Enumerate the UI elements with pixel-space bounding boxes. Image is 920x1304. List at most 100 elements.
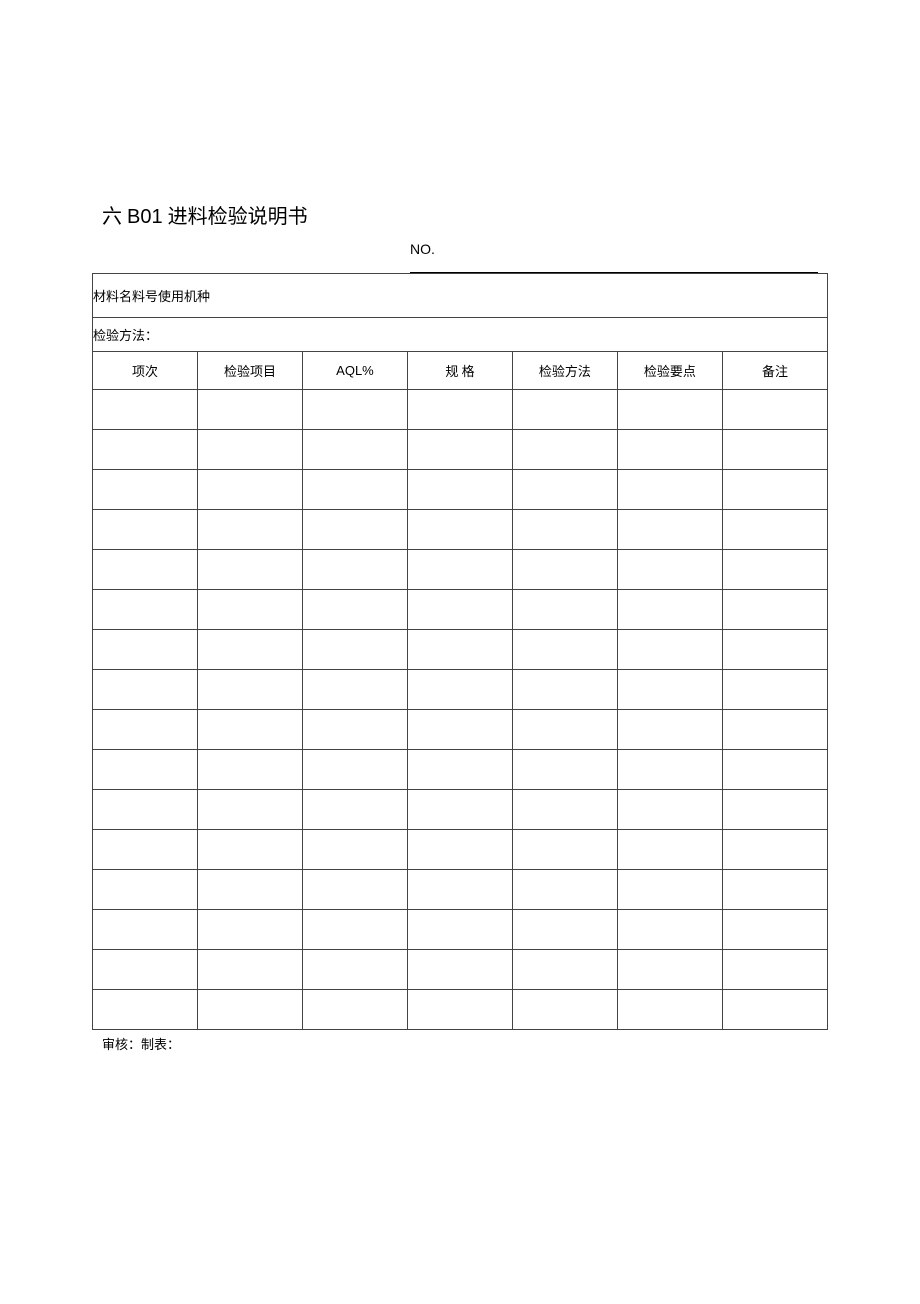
cell [93,590,198,630]
table-row [93,830,828,870]
cell [617,590,722,630]
table-row [93,470,828,510]
cell [722,630,827,670]
cell [617,830,722,870]
cell [722,790,827,830]
document-title: 六 B01 进料检验说明书 [102,200,828,229]
cell [302,590,407,630]
cell [617,510,722,550]
cell [617,950,722,990]
cell [407,990,512,1030]
cell [93,670,198,710]
cell [93,790,198,830]
cell [407,790,512,830]
title-rest: 进料检验说明书 [163,206,308,228]
cell [722,870,827,910]
cell [93,550,198,590]
table-row [93,910,828,950]
cell [197,870,302,910]
cell [197,550,302,590]
material-cell: 材料名料号使用机种 [93,274,828,318]
cell [722,750,827,790]
cell [302,910,407,950]
cell [197,430,302,470]
table-row [93,510,828,550]
cell [197,670,302,710]
cell [407,390,512,430]
cell [407,750,512,790]
cell [512,790,617,830]
cell [512,710,617,750]
cell [722,590,827,630]
cell [197,470,302,510]
no-underline [410,259,818,273]
cell [407,950,512,990]
col-inspect-item: 检验项目 [197,352,302,390]
cell [722,710,827,750]
col-item-no: 项次 [93,352,198,390]
col-spec: 规 格 [407,352,512,390]
cell [197,750,302,790]
number-row: NO. [92,241,828,273]
cell [93,870,198,910]
cell [302,510,407,550]
cell [722,550,827,590]
method-row: 检验方法： [93,318,828,352]
cell [197,510,302,550]
cell [512,550,617,590]
cell [93,950,198,990]
cell [302,430,407,470]
cell [617,630,722,670]
cell [617,790,722,830]
cell [407,470,512,510]
cell [617,670,722,710]
method-cell: 检验方法： [93,318,828,352]
cell [512,750,617,790]
cell [197,990,302,1030]
cell [512,910,617,950]
cell [197,390,302,430]
table-row [93,390,828,430]
table-row [93,590,828,630]
cell [512,830,617,870]
cell [512,990,617,1030]
cell [407,870,512,910]
cell [197,950,302,990]
cell [302,790,407,830]
table-row [93,550,828,590]
cell [302,670,407,710]
cell [302,950,407,990]
table-row [93,430,828,470]
table-row [93,710,828,750]
col-inspect-method: 检验方法 [512,352,617,390]
cell [722,910,827,950]
cell [407,510,512,550]
cell [197,830,302,870]
cell [302,750,407,790]
cell [512,470,617,510]
cell [617,550,722,590]
table-row [93,750,828,790]
cell [512,950,617,990]
cell [617,390,722,430]
cell [407,430,512,470]
cell [407,910,512,950]
cell [722,430,827,470]
cell [617,710,722,750]
cell [512,390,617,430]
table-row [93,990,828,1030]
cell [197,590,302,630]
cell [407,550,512,590]
cell [93,430,198,470]
cell [302,710,407,750]
table-row [93,950,828,990]
col-aql: AQL% [302,352,407,390]
cell [197,710,302,750]
cell [722,470,827,510]
cell [302,990,407,1030]
cell [512,870,617,910]
cell [93,830,198,870]
table-row [93,670,828,710]
cell [93,470,198,510]
material-row: 材料名料号使用机种 [93,274,828,318]
